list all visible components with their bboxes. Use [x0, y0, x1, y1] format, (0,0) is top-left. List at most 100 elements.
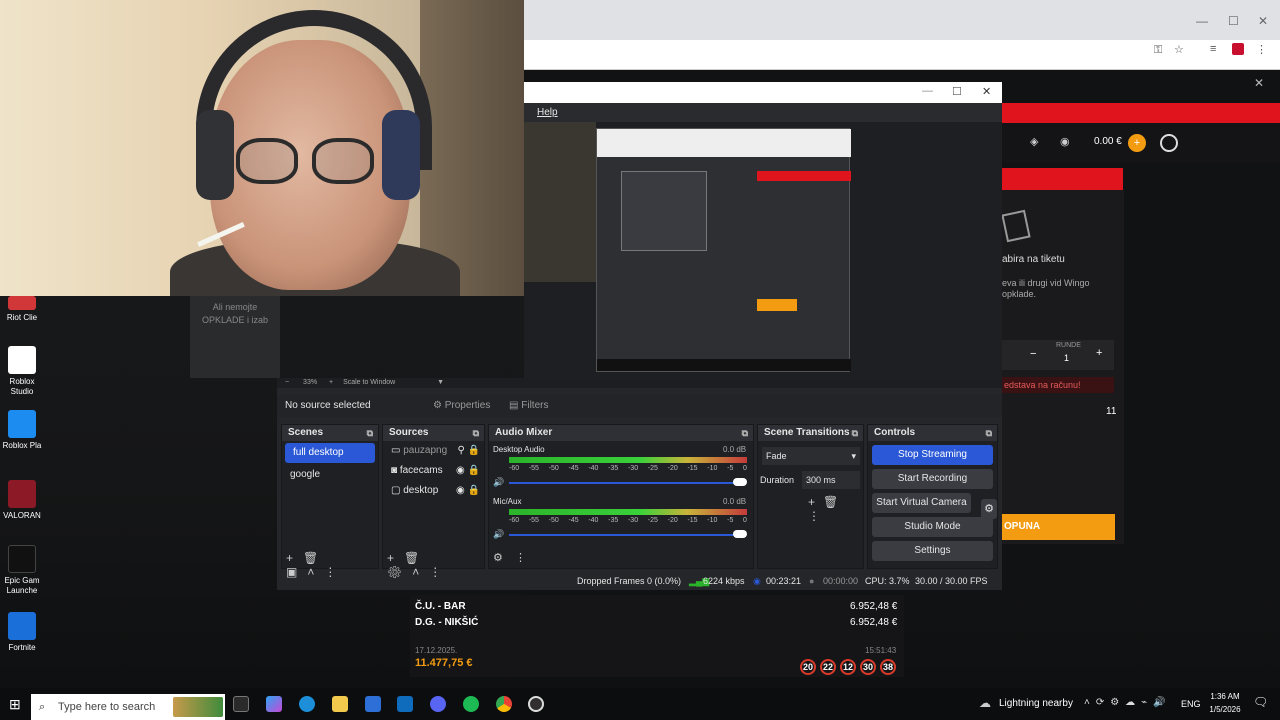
stream-preview[interactable]	[596, 128, 851, 372]
spotify-icon[interactable]	[463, 696, 479, 712]
transition-select[interactable]: Fade ▾	[762, 447, 860, 465]
undock-icon[interactable]: ⧉	[473, 425, 479, 441]
windows-start-icon[interactable]: ⊞	[9, 696, 21, 713]
edge-icon[interactable]	[299, 696, 315, 712]
trash-icon[interactable]: 🗑	[823, 495, 846, 509]
topup-button[interactable]: OPUNA	[1002, 514, 1115, 540]
source-item[interactable]: ▭ pauzapng ⚲ 🔒	[383, 441, 484, 461]
scene-item[interactable]: google	[282, 465, 378, 485]
scale-mode[interactable]: Scale to Window	[343, 379, 395, 386]
chrome-icon[interactable]	[496, 696, 512, 712]
language[interactable]: ENG	[1181, 699, 1201, 709]
undock-icon[interactable]: ⧉	[742, 425, 748, 441]
eye-icon[interactable]: ◉	[1060, 135, 1070, 148]
clock-time[interactable]: 1:36 AM	[1208, 692, 1242, 701]
more-icon[interactable]: ⋮	[515, 551, 526, 564]
studio-mode-button[interactable]: Studio Mode	[872, 517, 993, 537]
volume-handle[interactable]	[733, 478, 747, 486]
maximize-icon[interactable]: ☐	[952, 85, 962, 98]
more-icon[interactable]: ⋮	[1256, 43, 1267, 56]
search-input[interactable]: ⌕ Type here to search	[31, 694, 225, 720]
mic-volume[interactable]	[509, 534, 735, 536]
menu-help[interactable]: Help	[537, 107, 558, 118]
minimize-icon[interactable]: —	[922, 85, 933, 97]
start-recording-button[interactable]: Start Recording	[872, 469, 993, 489]
file-explorer-icon[interactable]	[332, 696, 348, 712]
source-item[interactable]: ▢ desktop ◉ 🔒	[383, 481, 484, 501]
duration-stepper[interactable]: 300 ms	[802, 471, 860, 489]
minimize-icon[interactable]: —	[1196, 14, 1208, 28]
settings-button[interactable]: Settings	[872, 541, 993, 561]
queue-icon[interactable]: ≡	[1210, 43, 1216, 55]
undock-icon[interactable]: ⧉	[986, 425, 992, 441]
source-item[interactable]: ◙ facecams ◉ 🔒	[383, 461, 484, 481]
tray-icons[interactable]: ˄⟳⚙☁⌁🔊	[1084, 697, 1172, 708]
scene-item[interactable]: full desktop	[285, 443, 375, 463]
audio-mixer-panel: Audio Mixer ⧉ Desktop Audio 0.0 dB -60 -55…	[488, 424, 754, 569]
address-bar[interactable]	[524, 40, 1280, 70]
key-icon[interactable]: ⚿	[1154, 44, 1162, 57]
bet-amount: 6.952,48 €	[850, 617, 898, 628]
deposit-button[interactable]: +	[1128, 134, 1146, 152]
number-ball: 20	[800, 659, 816, 675]
hidden-icon[interactable]: ⚲ 🔒	[457, 441, 480, 461]
gear-icon: ⚙	[433, 400, 442, 411]
chevron-down-icon[interactable]: ▼	[437, 379, 444, 386]
store-icon[interactable]	[365, 696, 381, 712]
desktop-icon-riot[interactable]: Riot Clie	[0, 296, 44, 323]
diamond-icon[interactable]: ◈	[1030, 135, 1038, 148]
close-banner-icon[interactable]: ✕	[1254, 76, 1264, 90]
site-topbar: ◈ ◉ 0.00 € +	[1002, 123, 1280, 163]
undock-icon[interactable]: ⧉	[367, 425, 373, 441]
desktop-icon-roblox-player[interactable]: Roblox Pla	[0, 410, 44, 451]
undock-icon[interactable]: ⧉	[852, 425, 858, 441]
discord-icon[interactable]	[430, 696, 446, 712]
more-icon[interactable]: ⋮	[808, 509, 828, 523]
clock-date[interactable]: 1/5/2026	[1206, 705, 1244, 714]
notification-icon[interactable]: 🗨	[1253, 695, 1268, 709]
outlook-icon[interactable]	[397, 696, 413, 712]
star-icon[interactable]: ☆	[1174, 43, 1184, 56]
add-icon[interactable]: +	[286, 551, 303, 565]
trash-icon[interactable]: 🗑	[303, 551, 328, 565]
add-icon[interactable]: +	[808, 495, 823, 509]
obs-icon[interactable]	[528, 696, 544, 712]
eye-icon[interactable]: ◉ 🔒	[456, 481, 480, 501]
zoom-level[interactable]: 33%	[303, 379, 317, 386]
desktop-audio-volume[interactable]	[509, 482, 735, 484]
desktop-icon-epic[interactable]: Epic Gam Launche	[0, 545, 44, 596]
filters-button[interactable]: ▤ Filters	[503, 398, 554, 414]
runde-stepper[interactable]: − RUNDE 1 +	[1002, 340, 1114, 370]
trash-icon[interactable]: 🗑	[404, 551, 429, 565]
desktop-icon-fortnite[interactable]: Fortnite	[0, 612, 44, 653]
stop-streaming-button[interactable]: Stop Streaming	[872, 445, 993, 465]
close-icon[interactable]: ✕	[1258, 14, 1268, 28]
meter-tick: -35	[608, 517, 619, 524]
zoom-out-icon[interactable]: −	[285, 379, 289, 386]
speaker-icon[interactable]: 🔊	[493, 477, 504, 488]
meter-scale: -60 -55 -50 -45 -40 -35 -30 -25 -20 -15 -10 -5 0	[509, 465, 747, 472]
increment-button[interactable]: +	[1096, 347, 1102, 359]
desktop-icon-valorant[interactable]: VALORAN	[0, 480, 44, 521]
weather-icon[interactable]: ☁	[979, 696, 991, 710]
task-view-icon[interactable]	[233, 696, 249, 712]
close-icon[interactable]: ✕	[982, 85, 991, 98]
meter-tick: -25	[647, 465, 658, 472]
copilot-icon[interactable]	[266, 696, 282, 712]
eye-icon[interactable]: ◉ 🔒	[456, 461, 480, 481]
browser-tabbar	[524, 0, 1280, 40]
gear-icon[interactable]: ⚙	[981, 499, 997, 519]
extension-icon[interactable]	[1232, 43, 1244, 55]
properties-button[interactable]: ⚙ Properties	[427, 398, 496, 414]
maximize-icon[interactable]: ☐	[1228, 14, 1239, 28]
gear-icon[interactable]: ⚙	[493, 551, 503, 564]
zoom-in-icon[interactable]: +	[329, 379, 333, 386]
weather-text[interactable]: Lightning nearby	[999, 698, 1073, 709]
start-virtual-camera-button[interactable]: Start Virtual Camera	[872, 493, 971, 513]
desktop-icon-roblox-studio[interactable]: Roblox Studio	[0, 346, 44, 397]
volume-handle[interactable]	[733, 530, 747, 538]
add-icon[interactable]: +	[387, 551, 404, 565]
user-icon[interactable]	[1160, 134, 1178, 152]
speaker-icon[interactable]: 🔊	[493, 529, 504, 540]
decrement-button[interactable]: −	[1030, 348, 1036, 360]
